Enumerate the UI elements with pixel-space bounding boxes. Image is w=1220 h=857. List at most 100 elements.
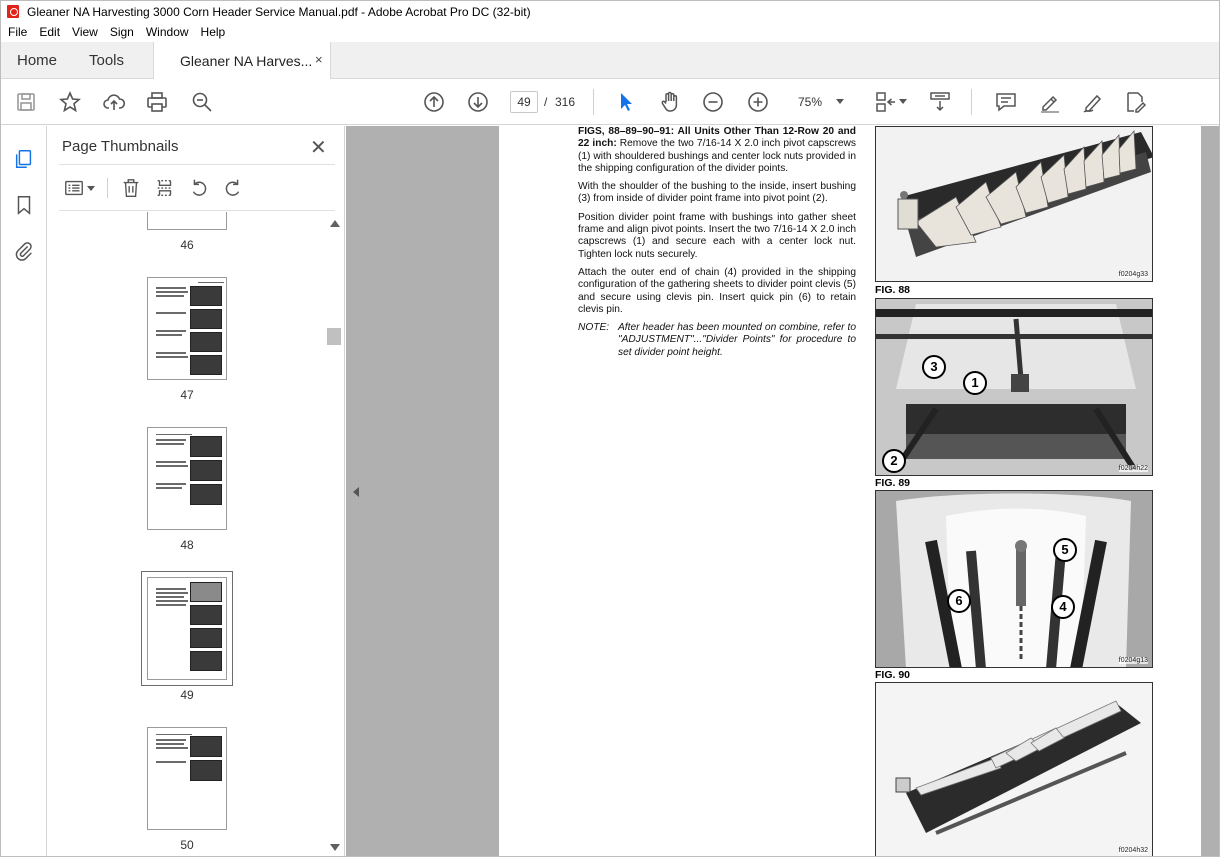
save-icon[interactable] [13,89,39,115]
page-thumbnail[interactable] [147,727,227,830]
document-tab-label: Gleaner NA Harves... [180,53,313,69]
figure-caption: FIG. 88 [875,284,911,296]
callout-number: 6 [947,589,971,613]
bookmarks-icon[interactable] [12,193,36,217]
document-tab[interactable]: Gleaner NA Harves... × [153,42,331,79]
page-text-column: FIGS, 88–89–90–91: All Units Other Than … [578,126,856,359]
page-layout-chevron-icon[interactable] [899,99,907,104]
figure-89-image: 3 1 2 f0204h22 [875,298,1153,476]
page-number-label: 47 [180,388,194,402]
menu-help[interactable]: Help [195,25,232,39]
page-number-label: 46 [180,238,194,252]
scroll-up-arrow-icon[interactable] [330,220,340,227]
figure-caption: FIG. 89 [875,477,911,489]
menu-view[interactable]: View [66,25,104,39]
fill-sign-icon[interactable] [1080,89,1106,115]
note-label: NOTE: [578,322,610,334]
zoom-out-icon[interactable] [700,89,726,115]
highlight-pen-icon[interactable] [1037,89,1063,115]
paragraph: Attach the outer end of chain (4) provid… [578,266,856,315]
toolbar-divider [971,89,972,115]
collapse-panel-arrow-icon[interactable] [353,487,359,497]
acrobat-window: Gleaner NA Harvesting 3000 Corn Header S… [0,0,1220,857]
thumbnail-list: 46 47 48 49 50 [47,212,327,856]
figure-91-image: f0204h32 [875,682,1153,856]
note: NOTE: After header has been mounted on c… [578,322,856,359]
callout-number: 3 [922,355,946,379]
pdf-page: FIGS, 88–89–90–91: All Units Other Than … [499,126,1201,856]
scroll-mode-icon[interactable] [927,89,953,115]
find-search-icon[interactable] [189,89,215,115]
zoom-dropdown-chevron-icon[interactable] [836,99,844,104]
page-thumbnail-selected[interactable] [141,571,233,686]
left-navigation-rail [1,126,47,856]
main-toolbar: 49 / 316 75% [1,79,1219,125]
hand-tool-icon[interactable] [657,89,683,115]
document-viewport[interactable]: FIGS, 88–89–90–91: All Units Other Than … [346,126,1219,856]
extract-page-icon[interactable] [153,176,177,200]
figure-code: f0204h32 [1118,847,1148,854]
close-tab-icon[interactable]: × [315,52,323,67]
window-title: Gleaner NA Harvesting 3000 Corn Header S… [27,4,531,19]
select-cursor-icon[interactable] [613,89,639,115]
paragraph: FIGS, 88–89–90–91: All Units Other Than … [578,126,856,175]
total-pages: 316 [555,95,576,109]
options-chevron-icon[interactable] [87,186,95,191]
delete-page-icon[interactable] [119,176,143,200]
page-thumbnails-icon[interactable] [12,147,36,171]
menu-sign[interactable]: Sign [104,25,140,39]
menu-file[interactable]: File [1,25,33,39]
figure-88-image: f0204g33 [875,126,1153,282]
scrollbar-thumb[interactable] [327,328,341,345]
figure-code: f0204h22 [1118,465,1148,472]
rotate-counterclockwise-icon[interactable] [187,176,211,200]
previous-page-icon[interactable] [421,89,447,115]
callout-number: 4 [1051,595,1075,619]
next-page-icon[interactable] [465,89,491,115]
paragraph: With the shoulder of the bushing to the … [578,181,856,205]
acrobat-app-icon [7,5,19,18]
page-layout-icon[interactable] [873,89,899,115]
title-bar: Gleaner NA Harvesting 3000 Corn Header S… [1,1,1219,22]
tab-tools[interactable]: Tools [89,52,124,69]
paragraph: Position divider point frame with bushin… [578,211,856,260]
edit-pdf-icon[interactable] [1123,89,1149,115]
callout-number: 2 [882,449,906,473]
thumbnail-options-icon[interactable] [62,176,86,200]
toolbar-divider [593,89,594,115]
rotate-clockwise-icon[interactable] [221,176,245,200]
attachments-paperclip-icon[interactable] [12,239,36,263]
current-page-input[interactable]: 49 [510,91,538,113]
paragraph-body: Remove the two 7/16-14 X 2.0 inch pivot … [578,138,857,174]
page-thumbnail[interactable] [147,212,227,230]
note-text: After header has been mounted on combine… [618,322,856,358]
star-bookmark-icon[interactable] [57,89,83,115]
menu-window[interactable]: Window [140,25,195,39]
callout-number: 5 [1053,538,1077,562]
panel-divider [59,210,335,211]
page-number-label: 49 [180,688,194,702]
tab-home[interactable]: Home [17,52,57,69]
page-number-label: 48 [180,538,194,552]
upload-cloud-icon[interactable] [101,89,127,115]
page-thumbnails-panel: Page Thumbnails ✕ 46 47 48 49 50 [47,126,345,856]
figure-code: f0204g33 [1118,271,1148,278]
page-thumbnail[interactable] [147,277,227,380]
print-icon[interactable] [144,89,170,115]
toolbar-divider [107,178,108,198]
menu-edit[interactable]: Edit [33,25,66,39]
close-panel-icon[interactable]: ✕ [310,135,327,160]
scroll-down-arrow-icon[interactable] [330,844,340,851]
zoom-in-icon[interactable] [745,89,771,115]
panel-title: Page Thumbnails [62,138,179,155]
thumbnail-toolbar [59,174,335,202]
comment-icon[interactable] [993,89,1019,115]
menu-bar: File Edit View Sign Window Help [1,22,1219,42]
figure-caption: FIG. 90 [875,669,911,681]
panel-divider [59,164,335,165]
tab-row: Home Tools Gleaner NA Harves... × [1,42,1219,79]
thumbnails-scrollbar[interactable] [327,220,343,856]
page-separator: / [544,95,548,109]
page-thumbnail[interactable] [147,427,227,530]
page-number-label: 50 [180,838,194,852]
